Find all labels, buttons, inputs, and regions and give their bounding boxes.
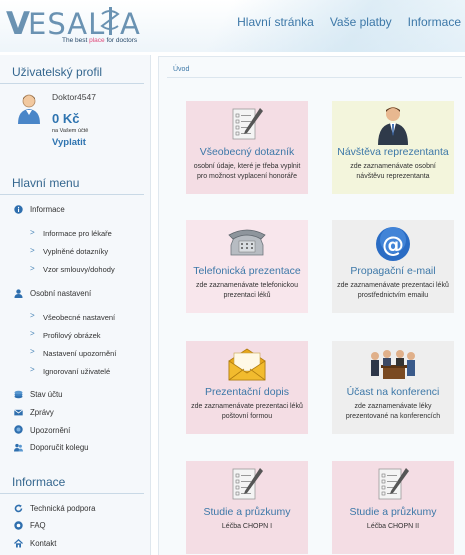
svg-text:A: A [120, 7, 140, 40]
conference-icon [371, 350, 415, 379]
user-icon [14, 288, 23, 298]
tile-description: osobní údaje, které je třeba vyplnit pro… [193, 163, 301, 180]
tile-title: Všeobecný dotazník [199, 146, 295, 158]
submenu-notification-settings[interactable]: > Nastavení upozornění [0, 344, 150, 362]
chevron-right-icon: > [30, 365, 35, 375]
refresh-icon [14, 504, 23, 512]
submenu-profile-picture[interactable]: > Profilový obrázek [0, 326, 150, 344]
menu-item-messages[interactable]: Zprávy [0, 404, 150, 422]
breadcrumb-divider [167, 77, 462, 78]
main-content: Úvod Všeobecný dotazník osobní údaje, kt… [158, 56, 465, 555]
info-icon [14, 205, 23, 214]
tile-title: Návštěva reprezentanta [337, 146, 449, 158]
breadcrumb[interactable]: Úvod [173, 66, 189, 73]
menu-item-contact[interactable]: Kontakt [0, 535, 150, 553]
tile-description: Léčba CHOPN II [366, 523, 420, 530]
balance-note: na Vašem účtě [52, 128, 89, 134]
questionnaire-icon [232, 468, 263, 500]
submenu-contract-template[interactable]: > Vzor smlouvy/dohody [0, 261, 150, 279]
tile-description: zde zaznamenávate léky prezentované na k… [345, 403, 441, 420]
top-navigation: Hlavní stránka Vaše platby Informace [237, 15, 461, 29]
logo[interactable]: V ESAL A The best place for doctors [6, 4, 146, 46]
questionnaire-icon [232, 108, 263, 140]
profile-section-title: Uživatelský profil [0, 55, 144, 84]
menu-item-recommend-colleague[interactable]: Doporučit kolegu [0, 439, 150, 457]
menu-item-information[interactable]: Informace [0, 201, 150, 219]
info-menu: Technická podpora FAQ Kontakt [0, 494, 150, 553]
menu-item-account-status[interactable]: Stav účtu [0, 386, 150, 404]
main-menu: Informace > Informace pro lékaře > Vyplněn… [0, 195, 150, 457]
menu-item-faq[interactable]: FAQ [0, 517, 150, 535]
svg-text:V: V [6, 6, 30, 40]
tile-title: Účast na konferenci [346, 386, 440, 398]
email-icon: @ [376, 227, 410, 261]
tile-title: Telefonická prezentace [193, 265, 301, 277]
chevron-right-icon: > [30, 245, 35, 255]
tile-phone-presentation[interactable]: Telefonická prezentace zde zaznamenávate… [186, 220, 308, 313]
envelope-icon [14, 409, 23, 416]
info-section-title: Informace [0, 465, 144, 494]
svg-text:ESAL: ESAL [28, 7, 105, 40]
chevron-right-icon: > [30, 329, 35, 339]
sidebar: Uživatelský profil Doktor4547 0 Kč na Va… [0, 55, 151, 555]
users-icon [14, 443, 23, 452]
logo-mark: V ESAL A [6, 6, 140, 40]
main-menu-title: Hlavní menu [0, 166, 144, 195]
tile-description: zde zaznamenávate telefonickou prezentac… [196, 282, 298, 299]
avatar [18, 94, 40, 124]
submenu-ignored-users[interactable]: > Ignorovaní uživatelé [0, 362, 150, 380]
menu-item-tech-support[interactable]: Technická podpora [0, 500, 150, 518]
telephone-icon [228, 229, 266, 256]
menu-item-personal-settings[interactable]: Osobní nastavení [0, 285, 150, 303]
submenu-general-settings[interactable]: > Všeobecné nastavení [0, 308, 150, 326]
chevron-right-icon: > [30, 227, 35, 237]
username: Doktor4547 [52, 92, 96, 102]
tile-conference[interactable]: Účast na konferenci zde zaznamenávate lé… [332, 341, 454, 434]
tile-description: Léčba CHOPN I [221, 523, 273, 530]
submenu-doctor-info[interactable]: > Informace pro lékaře [0, 225, 150, 243]
tile-studies-2[interactable]: Studie a průzkumy Léčba CHOPN II [332, 461, 454, 554]
header: V ESAL A The best place for doctors Hlav… [0, 0, 465, 52]
nav-payments[interactable]: Vaše platby [330, 15, 392, 29]
tile-description: zde zaznamenávate osobní návštěvu reprez… [350, 163, 436, 180]
questionnaire-icon [378, 468, 409, 500]
menu-item-notifications[interactable]: Upozornění [0, 421, 150, 439]
tile-general-questionnaire[interactable]: Všeobecný dotazník osobní údaje, které j… [186, 101, 308, 194]
tile-description: zde zaznamenávate prezentaci léků poštov… [191, 403, 303, 420]
tile-studies-1[interactable]: Studie a průzkumy Léčba CHOPN I [186, 461, 308, 554]
logo-tagline: The best place for doctors [62, 37, 138, 44]
svg-text:@: @ [382, 233, 404, 258]
user-profile: Doktor4547 0 Kč na Vašem účtě Vyplatit [0, 84, 150, 166]
nav-home[interactable]: Hlavní stránka [237, 15, 314, 29]
coins-icon [14, 390, 23, 399]
submenu-filled-questionnaires[interactable]: > Vyplněné dotazníky [0, 243, 150, 261]
letter-icon [228, 348, 266, 381]
home-icon [14, 538, 23, 548]
tile-title: Prezentační dopis [204, 386, 290, 398]
alert-icon [14, 425, 23, 435]
tile-title: Studie a průzkumy [349, 506, 437, 518]
tile-promo-email[interactable]: @ Propagační e-mail zde zaznamenávate pr… [332, 220, 454, 313]
chevron-right-icon: > [30, 347, 35, 357]
tile-presentation-letter[interactable]: Prezentační dopis zde zaznamenávate prez… [186, 341, 308, 434]
help-icon [14, 521, 23, 530]
account-balance: 0 Kč [52, 111, 80, 126]
chevron-right-icon: > [30, 311, 35, 321]
tile-description: zde zaznamenávate prezentaci léků prostř… [337, 282, 449, 299]
representative-icon [378, 107, 408, 145]
tile-title: Studie a průzkumy [203, 506, 291, 518]
tile-representative-visit[interactable]: Návštěva reprezentanta zde zaznamenávate… [332, 101, 454, 194]
nav-information[interactable]: Informace [408, 15, 461, 29]
tile-title: Propagační e-mail [350, 265, 436, 277]
payout-link[interactable]: Vyplatit [52, 137, 86, 148]
chevron-right-icon: > [30, 263, 35, 273]
